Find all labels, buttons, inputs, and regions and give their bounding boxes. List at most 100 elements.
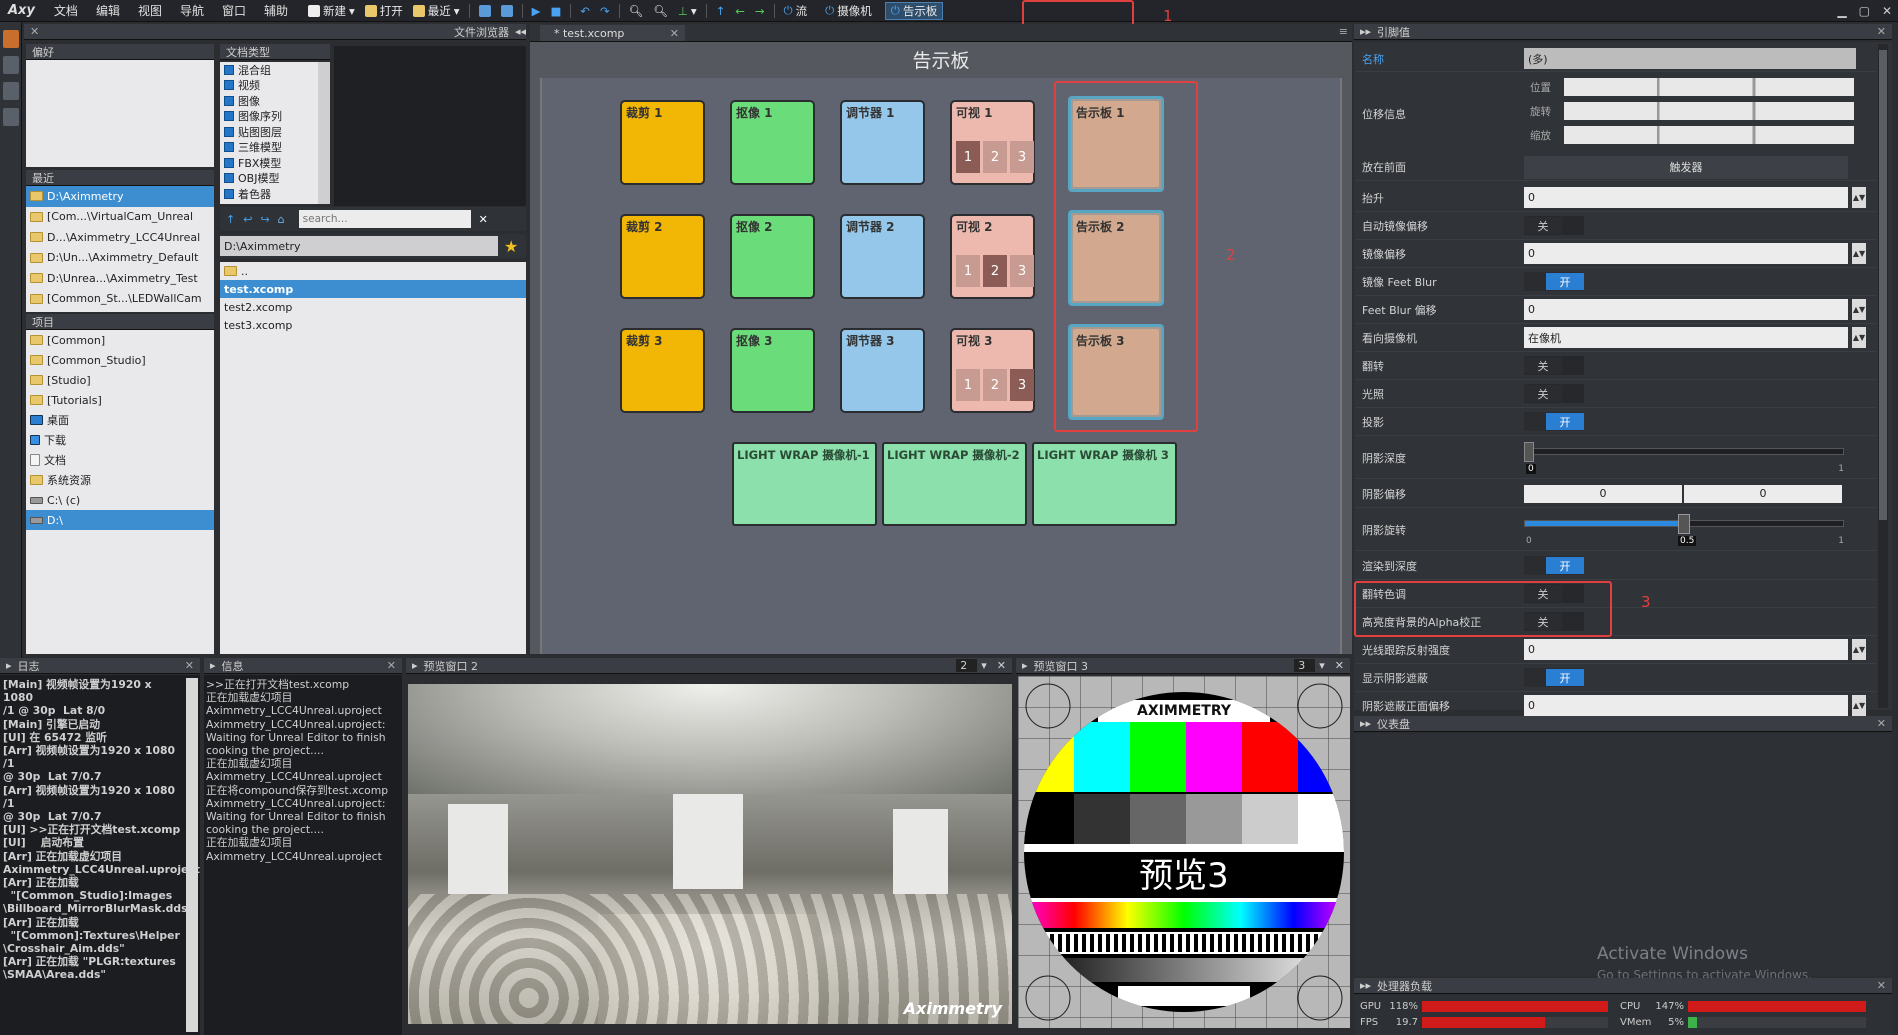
offset-y-field[interactable]: 0 xyxy=(1684,484,1842,503)
checkbox-icon[interactable] xyxy=(224,64,234,75)
spin-icon[interactable]: ▲▼ xyxy=(1852,243,1866,264)
star-icon[interactable]: ★ xyxy=(504,237,518,256)
collapse-icon[interactable]: ▸▸ xyxy=(1360,717,1371,730)
close-icon[interactable]: ✕ xyxy=(387,659,396,672)
toggle-switch[interactable]: 关 xyxy=(1524,384,1584,403)
toggle-switch[interactable]: 关 xyxy=(1524,356,1584,375)
node-group[interactable]: 调节器 3 xyxy=(840,328,925,413)
menu-icon[interactable]: ≡ xyxy=(1339,25,1348,38)
preview3-selector[interactable]: 3 xyxy=(1294,659,1316,672)
doc-type-item[interactable]: 图像序列 xyxy=(220,109,330,125)
project-item[interactable]: C:\ (c) xyxy=(26,490,214,510)
trigger-button[interactable]: 触发器 xyxy=(1524,155,1848,179)
checkbox-icon[interactable] xyxy=(224,142,234,153)
search-input[interactable] xyxy=(298,210,471,228)
project-item[interactable]: [Common] xyxy=(26,330,214,350)
collapse-icon[interactable]: ◂◂ xyxy=(515,25,526,38)
chevron-down-icon[interactable]: ▾ xyxy=(981,659,987,672)
collapse-icon[interactable]: ▸ xyxy=(412,659,418,672)
recent-item[interactable]: [Common_St...\LEDWallCam xyxy=(26,289,214,310)
menu-help[interactable]: 辅助 xyxy=(255,2,297,19)
lightwrap-node[interactable]: LIGHT WRAP 摄像机-1 xyxy=(732,442,877,526)
visible-tile[interactable]: 3 xyxy=(1010,369,1034,401)
lightwrap-node[interactable]: LIGHT WRAP 摄像机-2 xyxy=(882,442,1027,526)
shadow-depth-slider[interactable]: 0 1 xyxy=(1524,440,1846,476)
file-item[interactable]: test3.xcomp xyxy=(220,316,526,334)
collapse-icon[interactable]: ▸▸ xyxy=(1360,979,1371,992)
props-scrollbar[interactable] xyxy=(1878,44,1888,708)
pos-fields[interactable] xyxy=(1564,78,1854,96)
recent-item[interactable]: D:\Unrea...\Aximmetry_Test xyxy=(26,268,214,289)
spin-icon[interactable]: ▲▼ xyxy=(1852,327,1866,348)
undo-button[interactable]: ↶ xyxy=(575,4,595,18)
toggle-switch[interactable]: 开 xyxy=(1524,412,1584,431)
value-field[interactable]: 0 ▲▼ xyxy=(1524,187,1866,208)
tab-test-xcomp[interactable]: * test.xcomp ✕ xyxy=(540,25,685,41)
chevron-down-icon[interactable]: ▾ xyxy=(1319,659,1325,672)
toggle-switch[interactable]: 开 xyxy=(1524,272,1584,291)
spin-icon[interactable]: ▲▼ xyxy=(1852,187,1866,208)
project-item[interactable]: [Studio] xyxy=(26,370,214,390)
new-button[interactable]: 新建 ▾ xyxy=(303,3,360,19)
visible-tile[interactable]: 1 xyxy=(956,369,980,401)
log-scrollbar[interactable] xyxy=(186,678,198,1032)
doc-type-item[interactable]: 三维模型 xyxy=(220,140,330,156)
arrow-up-icon[interactable]: ↑ xyxy=(226,213,235,226)
node-group[interactable]: 裁剪 3 xyxy=(620,328,705,413)
project-item[interactable]: 桌面 xyxy=(26,410,214,430)
collapse-icon[interactable]: ▸ xyxy=(6,659,12,672)
open-button[interactable]: 打开 xyxy=(360,3,408,19)
doc-type-item[interactable]: 视频 xyxy=(220,78,330,94)
visible-tile[interactable]: 2 xyxy=(983,141,1007,173)
node-group[interactable]: 抠像 1 xyxy=(730,100,815,185)
lightwrap-node[interactable]: LIGHT WRAP 摄像机 3 xyxy=(1032,442,1177,526)
toggle-switch[interactable]: 开 xyxy=(1524,556,1584,575)
save-button[interactable] xyxy=(474,4,496,17)
menu-edit[interactable]: 编辑 xyxy=(87,2,129,19)
spin-icon[interactable]: ▲▼ xyxy=(1852,695,1866,716)
stop-button[interactable]: ■ xyxy=(545,4,566,18)
project-item[interactable]: [Common_Studio] xyxy=(26,350,214,370)
node-group[interactable]: 可视 2 123 xyxy=(950,214,1035,299)
minimize-icon[interactable]: ▁ xyxy=(1837,4,1846,18)
panel-icon[interactable] xyxy=(3,56,19,74)
project-item[interactable]: 下载 xyxy=(26,430,214,450)
panel-icon[interactable] xyxy=(3,30,19,48)
forward-button[interactable]: → xyxy=(750,4,770,18)
panel-icon[interactable] xyxy=(3,108,19,126)
node-group[interactable]: 裁剪 1 xyxy=(620,100,705,185)
scroll-thumb[interactable] xyxy=(1879,50,1887,520)
doc-type-item[interactable]: FBX模型 xyxy=(220,155,330,171)
flow-button[interactable]: ⏻ 流 xyxy=(779,3,813,19)
close-icon[interactable]: ✕ xyxy=(1882,4,1892,18)
rot-fields[interactable] xyxy=(1564,102,1854,120)
panel-icon[interactable] xyxy=(3,82,19,100)
camera-button[interactable]: ⏻ 摄像机 xyxy=(820,3,877,19)
slider-handle[interactable] xyxy=(1524,441,1534,462)
spin-icon[interactable]: ▲▼ xyxy=(1852,299,1866,320)
checkbox-icon[interactable] xyxy=(224,80,234,91)
toggle-switch[interactable]: 开 xyxy=(1524,668,1584,687)
menu-nav[interactable]: 导航 xyxy=(171,2,213,19)
value-field[interactable]: 0 ▲▼ xyxy=(1524,299,1866,320)
menu-doc[interactable]: 文档 xyxy=(45,2,87,19)
close-icon[interactable]: ✕ xyxy=(30,25,39,38)
slider-handle[interactable] xyxy=(1678,513,1690,534)
close-icon[interactable]: ✕ xyxy=(1335,659,1344,672)
offset-x-field[interactable]: 0 xyxy=(1524,484,1682,503)
checkbox-icon[interactable] xyxy=(224,111,234,122)
menu-view[interactable]: 视图 xyxy=(129,2,171,19)
visible-tile[interactable]: 2 xyxy=(983,255,1007,287)
spin-icon[interactable]: ▲▼ xyxy=(1852,639,1866,660)
node-group[interactable]: 可视 3 123 xyxy=(950,328,1035,413)
node-group[interactable]: 调节器 2 xyxy=(840,214,925,299)
recent-item[interactable]: D:\Aximmetry xyxy=(26,186,214,207)
axis-button[interactable]: ⊥ ▾ xyxy=(673,4,702,18)
play-button[interactable]: ▶ xyxy=(527,4,546,18)
collapse-icon[interactable]: ▸ xyxy=(1022,659,1028,672)
visible-tile[interactable]: 3 xyxy=(1010,255,1034,287)
checkbox-icon[interactable] xyxy=(224,188,234,199)
node-group[interactable]: 裁剪 2 xyxy=(620,214,705,299)
file-item[interactable]: test2.xcomp xyxy=(220,298,526,316)
doc-type-item[interactable]: 图像 xyxy=(220,93,330,109)
